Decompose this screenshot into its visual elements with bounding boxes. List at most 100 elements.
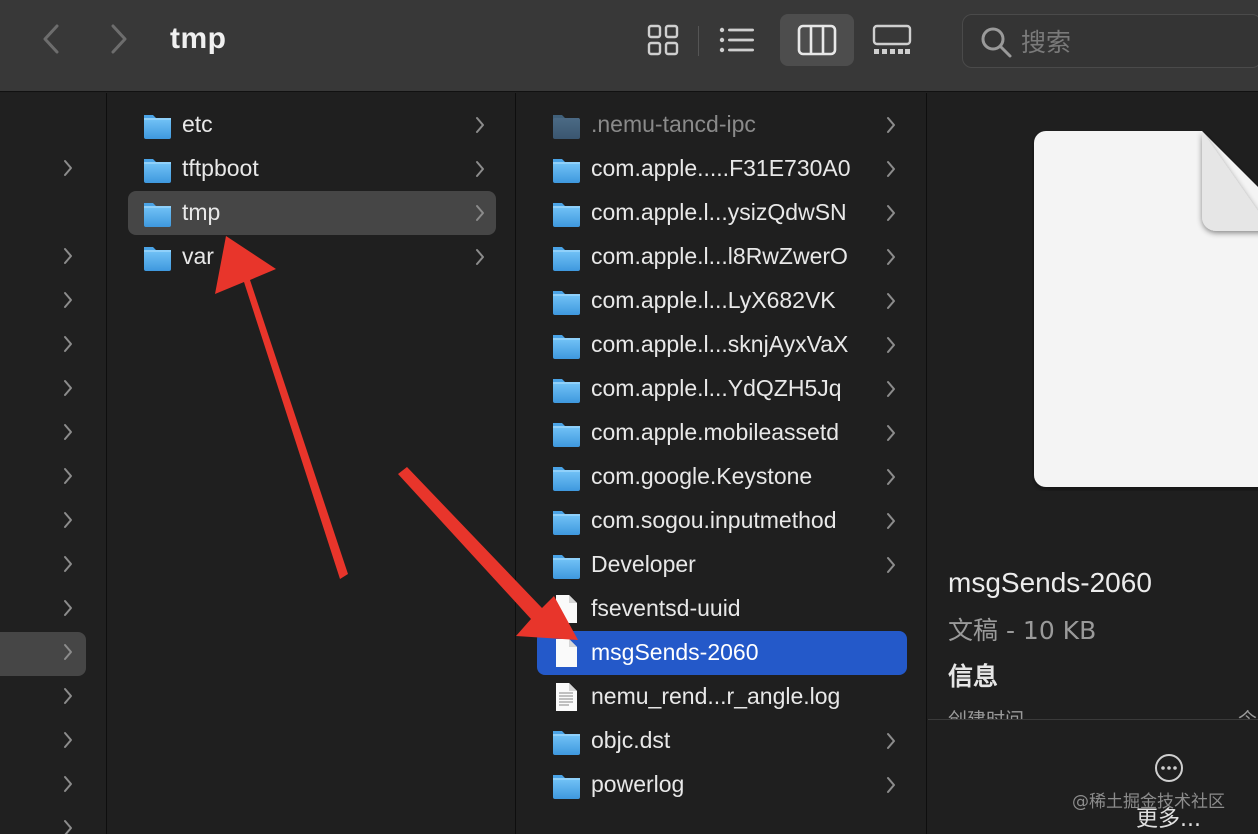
- list-item-etc[interactable]: etc: [128, 103, 496, 147]
- chevron-right-icon: [62, 422, 74, 442]
- preview-kind-size: 文稿 - 10 KB: [948, 616, 1097, 645]
- gallery-icon: [872, 24, 912, 54]
- chevron-right-icon: [885, 555, 897, 575]
- document-icon: [551, 637, 581, 669]
- list-item[interactable]: com.apple.l...l8RwZwerO: [537, 235, 907, 279]
- column-parent: [0, 93, 107, 834]
- forward-button[interactable]: [104, 22, 134, 56]
- search-field[interactable]: [962, 14, 1258, 68]
- folder-icon: [551, 241, 581, 273]
- item-label: msgSends-2060: [591, 639, 759, 665]
- item-label: powerlog: [591, 771, 685, 797]
- chevron-right-icon: [885, 511, 897, 531]
- chevron-right-icon: [474, 203, 486, 223]
- chevron-right-icon: [62, 378, 74, 398]
- item-label: com.sogou.inputmethod: [591, 507, 837, 533]
- list-item-var[interactable]: var: [128, 235, 496, 279]
- list-item[interactable]: com.apple.l...ysizQdwSN: [537, 191, 907, 235]
- chevron-right-icon: [885, 775, 897, 795]
- list-item[interactable]: com.google.Keystone: [537, 455, 907, 499]
- list-item[interactable]: com.apple.l...sknjAyxVaX: [537, 323, 907, 367]
- folder-icon: [551, 109, 581, 141]
- column-root: etc tftpboot tmp var: [108, 93, 516, 834]
- chevron-right-icon: [62, 246, 74, 266]
- chevron-right-icon: [474, 159, 486, 179]
- item-label: .nemu-tancd-ipc: [591, 111, 756, 137]
- list-item[interactable]: nemu_rend...r_angle.log: [537, 675, 907, 719]
- chevron-right-icon: [885, 379, 897, 399]
- chevron-right-icon: [885, 203, 897, 223]
- preview-created-value: 今: [1238, 705, 1257, 719]
- chevron-right-icon: [885, 159, 897, 179]
- chevron-right-icon: [62, 334, 74, 354]
- chevron-right-icon: [62, 554, 74, 574]
- column-tmp: .nemu-tancd-ipc com.apple.....F31E730A0 …: [517, 93, 927, 834]
- text-document-icon: [551, 681, 581, 713]
- icon-view-button[interactable]: [626, 14, 700, 66]
- chevron-right-icon: [62, 730, 74, 750]
- list-item[interactable]: .nemu-tancd-ipc: [537, 103, 907, 147]
- folder-icon: [551, 417, 581, 449]
- chevron-right-icon: [885, 467, 897, 487]
- chevron-right-icon: [62, 290, 74, 310]
- folder-icon: [551, 461, 581, 493]
- preview-file-name: msgSends-2060: [948, 567, 1152, 598]
- item-label: com.apple.l...l8RwZwerO: [591, 243, 848, 269]
- list-item[interactable]: powerlog: [537, 763, 907, 807]
- folder-icon: [551, 197, 581, 229]
- window-title: tmp: [170, 22, 227, 55]
- item-label: tftpboot: [182, 155, 259, 181]
- list-item[interactable]: com.apple.l...YdQZH5Jq: [537, 367, 907, 411]
- chevron-right-icon: [62, 774, 74, 794]
- document-icon: [1034, 131, 1258, 487]
- folder-icon: [551, 725, 581, 757]
- chevron-right-icon: [885, 247, 897, 267]
- toolbar-divider: [698, 26, 699, 56]
- columns-icon: [797, 24, 837, 56]
- preview-created-label: 创建时间: [948, 705, 1024, 719]
- chevron-right-icon: [62, 510, 74, 530]
- list-view-button[interactable]: [700, 14, 774, 66]
- chevron-right-icon: [474, 247, 486, 267]
- chevron-right-icon: [885, 115, 897, 135]
- item-label: etc: [182, 111, 213, 137]
- search-icon: [981, 27, 1012, 58]
- item-label: com.apple.l...YdQZH5Jq: [591, 375, 842, 401]
- ellipsis-circle-icon[interactable]: [1154, 753, 1184, 783]
- chevron-right-icon: [885, 335, 897, 355]
- chevron-right-icon: [474, 115, 486, 135]
- list-item[interactable]: objc.dst: [537, 719, 907, 763]
- chevron-right-icon: [62, 598, 74, 618]
- column-view-button[interactable]: [780, 14, 854, 66]
- folder-icon: [551, 769, 581, 801]
- folder-icon: [551, 373, 581, 405]
- document-thumbnail: [1032, 131, 1258, 496]
- search-input[interactable]: [1021, 25, 1241, 59]
- folder-icon: [142, 197, 172, 229]
- gallery-view-button[interactable]: [855, 14, 929, 66]
- item-label: com.apple.l...LyX682VK: [591, 287, 836, 313]
- list-item[interactable]: fseventsd-uuid: [537, 587, 907, 631]
- chevron-left-icon: [43, 24, 59, 54]
- folder-icon: [551, 549, 581, 581]
- list-item-tftpboot[interactable]: tftpboot: [128, 147, 496, 191]
- folder-icon: [142, 153, 172, 185]
- folder-icon: [551, 329, 581, 361]
- back-button[interactable]: [36, 22, 66, 56]
- preview-info-heading: 信息: [948, 662, 999, 691]
- preview-pane: msgSends-2060 文稿 - 10 KB 信息 创建时间 今 更多...…: [928, 93, 1258, 834]
- list-item-selected[interactable]: msgSends-2060: [537, 631, 907, 675]
- item-label: com.apple.....F31E730A0: [591, 155, 851, 181]
- list-item[interactable]: com.apple.mobileassetd: [537, 411, 907, 455]
- list-item[interactable]: com.sogou.inputmethod: [537, 499, 907, 543]
- list-item[interactable]: com.apple.....F31E730A0: [537, 147, 907, 191]
- item-label: com.apple.mobileassetd: [591, 419, 840, 445]
- list-item[interactable]: Developer: [537, 543, 907, 587]
- list-item[interactable]: com.apple.l...LyX682VK: [537, 279, 907, 323]
- list-item-tmp[interactable]: tmp: [128, 191, 496, 235]
- folder-icon: [551, 285, 581, 317]
- item-label: fseventsd-uuid: [591, 595, 741, 621]
- folder-icon: [551, 505, 581, 537]
- document-icon: [551, 593, 581, 625]
- chevron-right-icon: [885, 423, 897, 443]
